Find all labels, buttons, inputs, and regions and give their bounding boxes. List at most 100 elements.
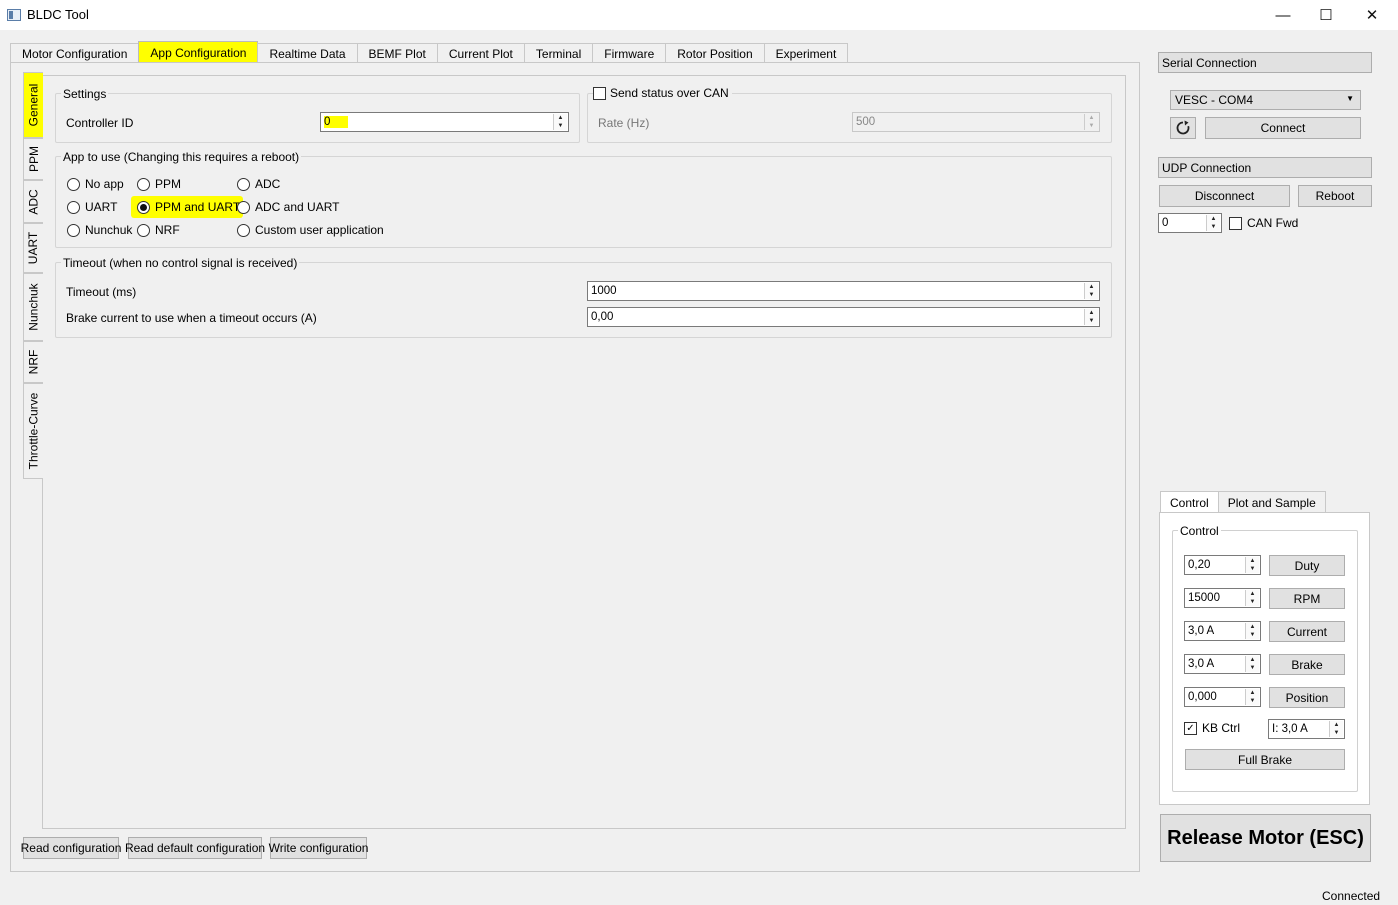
radio-circle[interactable] (67, 200, 80, 214)
radio-circle[interactable] (67, 177, 80, 191)
spin-arrows-icon[interactable]: ▲ ▼ (1245, 623, 1259, 639)
controller-id-spinbox[interactable]: 0 ▲ ▼ (320, 112, 569, 132)
serial-connection-header[interactable]: Serial Connection (1158, 52, 1372, 73)
reboot-button[interactable]: Reboot (1298, 185, 1372, 207)
side-tab-ppm[interactable]: PPM (23, 138, 43, 180)
radio-circle-selected[interactable] (137, 200, 150, 214)
rate-spinbox[interactable]: 500 ▲ ▼ (852, 112, 1100, 132)
send-status-can-checkbox[interactable] (593, 86, 606, 100)
timeout-label: Timeout (ms) (66, 285, 137, 299)
tab-app-configuration[interactable]: App Configuration (138, 41, 259, 63)
can-fwd-checkbox[interactable] (1229, 216, 1242, 230)
title-bar: BLDC Tool — ☐ ✕ (0, 0, 1398, 30)
kb-ctrl-label: KB Ctrl (1202, 721, 1241, 735)
connect-button[interactable]: Connect (1205, 117, 1361, 139)
tab-plot-and-sample[interactable]: Plot and Sample (1217, 491, 1326, 513)
send-status-can-label: Send status over CAN (610, 86, 729, 100)
radio-circle[interactable] (67, 223, 80, 237)
radio-circle[interactable] (237, 177, 250, 191)
brake-spinbox[interactable]: 3,0 A ▲ ▼ (1184, 654, 1261, 674)
refresh-button[interactable] (1170, 117, 1196, 139)
side-tab-nrf[interactable]: NRF (23, 341, 43, 383)
control-group-title: Control (1178, 524, 1221, 538)
write-configuration-button[interactable]: Write configuration (269, 837, 368, 859)
status-text: Connected (1322, 889, 1381, 903)
tab-current-plot[interactable]: Current Plot (436, 43, 525, 63)
serial-port-select[interactable]: VESC - COM4 ▼ (1170, 90, 1361, 110)
radio-label: ADC and UART (255, 200, 340, 214)
read-default-configuration-button[interactable]: Read default configuration (125, 837, 265, 859)
spin-arrows-icon[interactable]: ▲ ▼ (1206, 215, 1220, 231)
tab-control[interactable]: Control (1160, 491, 1219, 513)
radio-custom-user-application[interactable]: Custom user application (237, 223, 384, 237)
position-spinbox[interactable]: 0,000 ▲ ▼ (1184, 687, 1261, 707)
spin-arrows-icon[interactable]: ▲ ▼ (553, 114, 567, 130)
rpm-spinbox[interactable]: 15000 ▲ ▼ (1184, 588, 1261, 608)
radio-no-app[interactable]: No app (67, 177, 124, 191)
side-tab-throttle-curve[interactable]: Throttle-Curve (23, 383, 43, 479)
can-fwd-label: CAN Fwd (1247, 216, 1299, 230)
duty-button[interactable]: Duty (1269, 555, 1345, 576)
radio-circle[interactable] (237, 223, 250, 237)
position-button[interactable]: Position (1269, 687, 1345, 708)
release-motor-button[interactable]: Release Motor (ESC) (1160, 814, 1371, 862)
radio-nrf[interactable]: NRF (137, 223, 180, 237)
radio-ppm[interactable]: PPM (137, 177, 181, 191)
radio-circle[interactable] (237, 200, 250, 214)
radio-nunchuk[interactable]: Nunchuk (67, 223, 132, 237)
side-tab-nunchuk[interactable]: Nunchuk (23, 273, 43, 341)
radio-uart[interactable]: UART (67, 200, 117, 214)
radio-circle[interactable] (137, 177, 150, 191)
control-tab-bar: Control Plot and Sample (1160, 491, 1326, 513)
spin-arrows-icon[interactable]: ▲ ▼ (1329, 721, 1343, 737)
minimize-icon[interactable]: — (1260, 0, 1306, 30)
close-icon[interactable]: ✕ (1349, 0, 1395, 30)
tab-firmware[interactable]: Firmware (592, 43, 667, 63)
spin-arrows-icon[interactable]: ▲ ▼ (1245, 689, 1259, 705)
can-id-value: 0 (1162, 217, 1169, 229)
disconnect-button[interactable]: Disconnect (1159, 185, 1290, 207)
udp-connection-header[interactable]: UDP Connection (1158, 157, 1372, 178)
rpm-button[interactable]: RPM (1269, 588, 1345, 609)
spin-arrows-icon[interactable]: ▲ ▼ (1245, 557, 1259, 573)
can-status-checkbox-row[interactable]: Send status over CAN (593, 86, 732, 100)
full-brake-button[interactable]: Full Brake (1185, 749, 1345, 770)
can-fwd-row[interactable]: CAN Fwd (1229, 216, 1298, 230)
spin-arrows-icon[interactable]: ▲ ▼ (1084, 309, 1098, 325)
can-id-spinbox[interactable]: 0 ▲ ▼ (1158, 213, 1222, 233)
tab-terminal[interactable]: Terminal (523, 43, 594, 63)
radio-adc[interactable]: ADC (237, 177, 280, 191)
tab-rotor-position[interactable]: Rotor Position (665, 43, 765, 63)
maximize-icon[interactable]: ☐ (1303, 0, 1349, 30)
current-button[interactable]: Current (1269, 621, 1345, 642)
tab-motor-configuration[interactable]: Motor Configuration (10, 43, 140, 63)
side-tab-general[interactable]: General (23, 72, 43, 138)
read-configuration-button[interactable]: Read configuration (21, 837, 121, 859)
kb-ctrl-row[interactable]: ✓ KB Ctrl (1184, 721, 1240, 735)
kb-current-spinbox[interactable]: I: 3,0 A ▲ ▼ (1268, 719, 1345, 739)
side-tab-adc-label: ADC (26, 188, 41, 215)
duty-spinbox[interactable]: 0,20 ▲ ▼ (1184, 555, 1261, 575)
spin-arrows-icon[interactable]: ▲ ▼ (1245, 656, 1259, 672)
timeout-spinbox[interactable]: 1000 ▲ ▼ (587, 281, 1100, 301)
brake-button[interactable]: Brake (1269, 654, 1345, 675)
window-title: BLDC Tool (27, 7, 89, 22)
tab-experiment[interactable]: Experiment (763, 43, 849, 63)
kb-ctrl-checkbox[interactable]: ✓ (1184, 721, 1197, 735)
side-tab-nunchuk-label: Nunchuk (26, 283, 41, 331)
spin-arrows-icon[interactable]: ▲ ▼ (1084, 283, 1098, 299)
brake-current-spinbox[interactable]: 0,00 ▲ ▼ (587, 307, 1100, 327)
side-tab-adc[interactable]: ADC (23, 180, 43, 223)
radio-adc-and-uart[interactable]: ADC and UART (237, 200, 339, 214)
tab-realtime-data[interactable]: Realtime Data (257, 43, 358, 63)
spin-arrows-icon[interactable]: ▲ ▼ (1245, 590, 1259, 606)
tab-bemf-plot[interactable]: BEMF Plot (356, 43, 438, 63)
current-spinbox[interactable]: 3,0 A ▲ ▼ (1184, 621, 1261, 641)
radio-ppm-and-uart[interactable]: PPM and UART (131, 196, 244, 218)
rpm-value: 15000 (1188, 592, 1220, 604)
spin-arrows-icon[interactable]: ▲ ▼ (1084, 114, 1098, 130)
timeout-value: 1000 (591, 285, 617, 297)
radio-label: PPM (155, 177, 182, 191)
radio-circle[interactable] (137, 223, 150, 237)
side-tab-uart[interactable]: UART (23, 223, 43, 273)
